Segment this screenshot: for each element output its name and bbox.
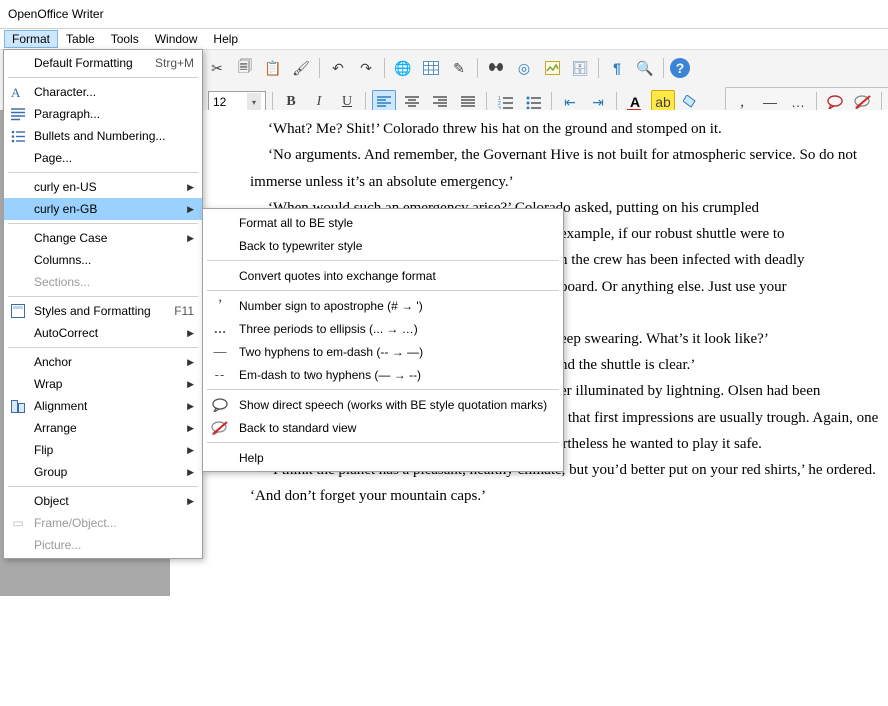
menu-object[interactable]: Object▶ xyxy=(4,490,202,512)
hyphens-icon: -- xyxy=(211,367,229,383)
redo-icon[interactable]: ↷ xyxy=(354,56,378,80)
nonprinting-icon[interactable]: ¶ xyxy=(605,56,629,80)
submenu-number-sign[interactable]: ’ Number sign to apostrophe (# → ') xyxy=(203,294,563,317)
menu-autocorrect[interactable]: AutoCorrect▶ xyxy=(4,322,202,344)
menu-picture: Picture... xyxy=(4,534,202,556)
speech-bubble-cancel-icon xyxy=(211,420,229,436)
menu-styles[interactable]: Styles and FormattingF11 xyxy=(4,300,202,322)
menu-flip[interactable]: Flip▶ xyxy=(4,439,202,461)
menu-help[interactable]: Help xyxy=(205,30,246,48)
menu-table[interactable]: Table xyxy=(58,30,103,48)
navigator-icon[interactable]: ◎ xyxy=(512,56,536,80)
svg-text:A: A xyxy=(11,85,21,99)
submenu-arrow-icon: ▶ xyxy=(187,423,194,434)
submenu-help[interactable]: Help xyxy=(203,446,563,469)
apostrophe-icon: ’ xyxy=(211,298,229,314)
menu-wrap[interactable]: Wrap▶ xyxy=(4,373,202,395)
app-title: OpenOffice Writer xyxy=(8,7,104,21)
submenu-arrow-icon: ▶ xyxy=(187,379,194,390)
datasources-icon[interactable]: 🗄 xyxy=(568,56,592,80)
menu-frame-object: ▭ Frame/Object... xyxy=(4,512,202,534)
menu-curly-us[interactable]: curly en-US▶ xyxy=(4,176,202,198)
submenu-arrow-icon: ▶ xyxy=(187,467,194,478)
submenu-format-all[interactable]: Format all to BE style xyxy=(203,211,563,234)
submenu-arrow-icon: ▶ xyxy=(187,445,194,456)
menu-anchor[interactable]: Anchor▶ xyxy=(4,351,202,373)
zoom-icon[interactable]: 🔍 xyxy=(633,56,657,80)
menu-default-formatting[interactable]: Default Formatting Strg+M xyxy=(4,52,202,74)
cut-icon[interactable]: ✂ xyxy=(205,56,229,80)
titlebar: OpenOffice Writer xyxy=(0,0,888,29)
submenu-arrow-icon: ▶ xyxy=(187,233,194,244)
table-icon[interactable] xyxy=(419,56,443,80)
curly-gb-submenu: Format all to BE style Back to typewrite… xyxy=(202,208,564,472)
find-icon[interactable] xyxy=(484,56,508,80)
submenu-arrow-icon: ▶ xyxy=(187,496,194,507)
submenu-emdash-to-hyphens[interactable]: -- Em-dash to two hyphens (— → --) xyxy=(203,363,563,386)
styles-icon xyxy=(10,303,26,319)
para: ‘No arguments. And remember, the Governa… xyxy=(250,142,884,195)
submenu-back-typewriter[interactable]: Back to typewriter style xyxy=(203,234,563,257)
toolbar-row1: ✂ 🗐 📋 🖌 ↶ ↷ 🌐 ✎ ◎ 🗄 ¶ 🔍 ? xyxy=(205,56,690,80)
submenu-arrow-icon: ▶ xyxy=(187,401,194,412)
submenu-two-hyphens[interactable]: — Two hyphens to em-dash (-- → —) xyxy=(203,340,563,363)
menu-arrange[interactable]: Arrange▶ xyxy=(4,417,202,439)
menu-paragraph[interactable]: Paragraph... xyxy=(4,103,202,125)
format-menu-dropdown: Default Formatting Strg+M A Character...… xyxy=(3,49,203,559)
svg-text:3: 3 xyxy=(498,106,501,109)
hyperlink-icon[interactable]: 🌐 xyxy=(391,56,415,80)
copy-icon[interactable]: 🗐 xyxy=(233,56,257,80)
menu-bullets[interactable]: Bullets and Numbering... xyxy=(4,125,202,147)
alignment-icon xyxy=(10,398,26,414)
menu-sections: Sections... xyxy=(4,271,202,293)
menu-columns[interactable]: Columns... xyxy=(4,249,202,271)
menu-tools[interactable]: Tools xyxy=(103,30,147,48)
para: ‘What? Me? Shit!’ Colorado threw his hat… xyxy=(250,116,884,142)
submenu-arrow-icon: ▶ xyxy=(187,328,194,339)
submenu-arrow-icon: ▶ xyxy=(187,182,194,193)
menu-change-case[interactable]: Change Case▶ xyxy=(4,227,202,249)
format-paintbrush-icon[interactable]: 🖌 xyxy=(289,56,313,80)
font-size-value: 12 xyxy=(213,95,243,109)
menu-curly-gb[interactable]: curly en-GB▶ xyxy=(4,198,202,220)
submenu-arrow-icon: ▶ xyxy=(187,204,194,215)
bullets-icon xyxy=(10,128,26,144)
submenu-show-direct[interactable]: Show direct speech (works with BE style … xyxy=(203,393,563,416)
ellipsis-icon: … xyxy=(211,321,229,337)
draw-icon[interactable]: ✎ xyxy=(447,56,471,80)
menu-alignment[interactable]: Alignment▶ xyxy=(4,395,202,417)
paste-icon[interactable]: 📋 xyxy=(261,56,285,80)
submenu-arrow-icon: ▶ xyxy=(187,357,194,368)
paragraph-icon xyxy=(10,106,26,122)
frame-icon: ▭ xyxy=(10,515,26,531)
menu-page[interactable]: Page... xyxy=(4,147,202,169)
menu-character[interactable]: A Character... xyxy=(4,81,202,103)
undo-icon[interactable]: ↶ xyxy=(326,56,350,80)
emdash-icon: — xyxy=(211,344,229,360)
help-icon[interactable]: ? xyxy=(670,58,690,78)
menu-window[interactable]: Window xyxy=(147,30,206,48)
chevron-down-icon[interactable]: ▾ xyxy=(247,93,261,111)
menu-group[interactable]: Group▶ xyxy=(4,461,202,483)
submenu-convert-quotes[interactable]: Convert quotes into exchange format xyxy=(203,264,563,287)
gallery-icon[interactable] xyxy=(540,56,564,80)
submenu-ellipsis[interactable]: … Three periods to ellipsis (... → …) xyxy=(203,317,563,340)
character-icon: A xyxy=(10,84,26,100)
submenu-back-standard[interactable]: Back to standard view xyxy=(203,416,563,439)
menubar: Format Table Tools Window Help xyxy=(0,29,888,50)
speech-bubble-icon xyxy=(211,397,229,413)
menu-format[interactable]: Format xyxy=(4,30,58,48)
